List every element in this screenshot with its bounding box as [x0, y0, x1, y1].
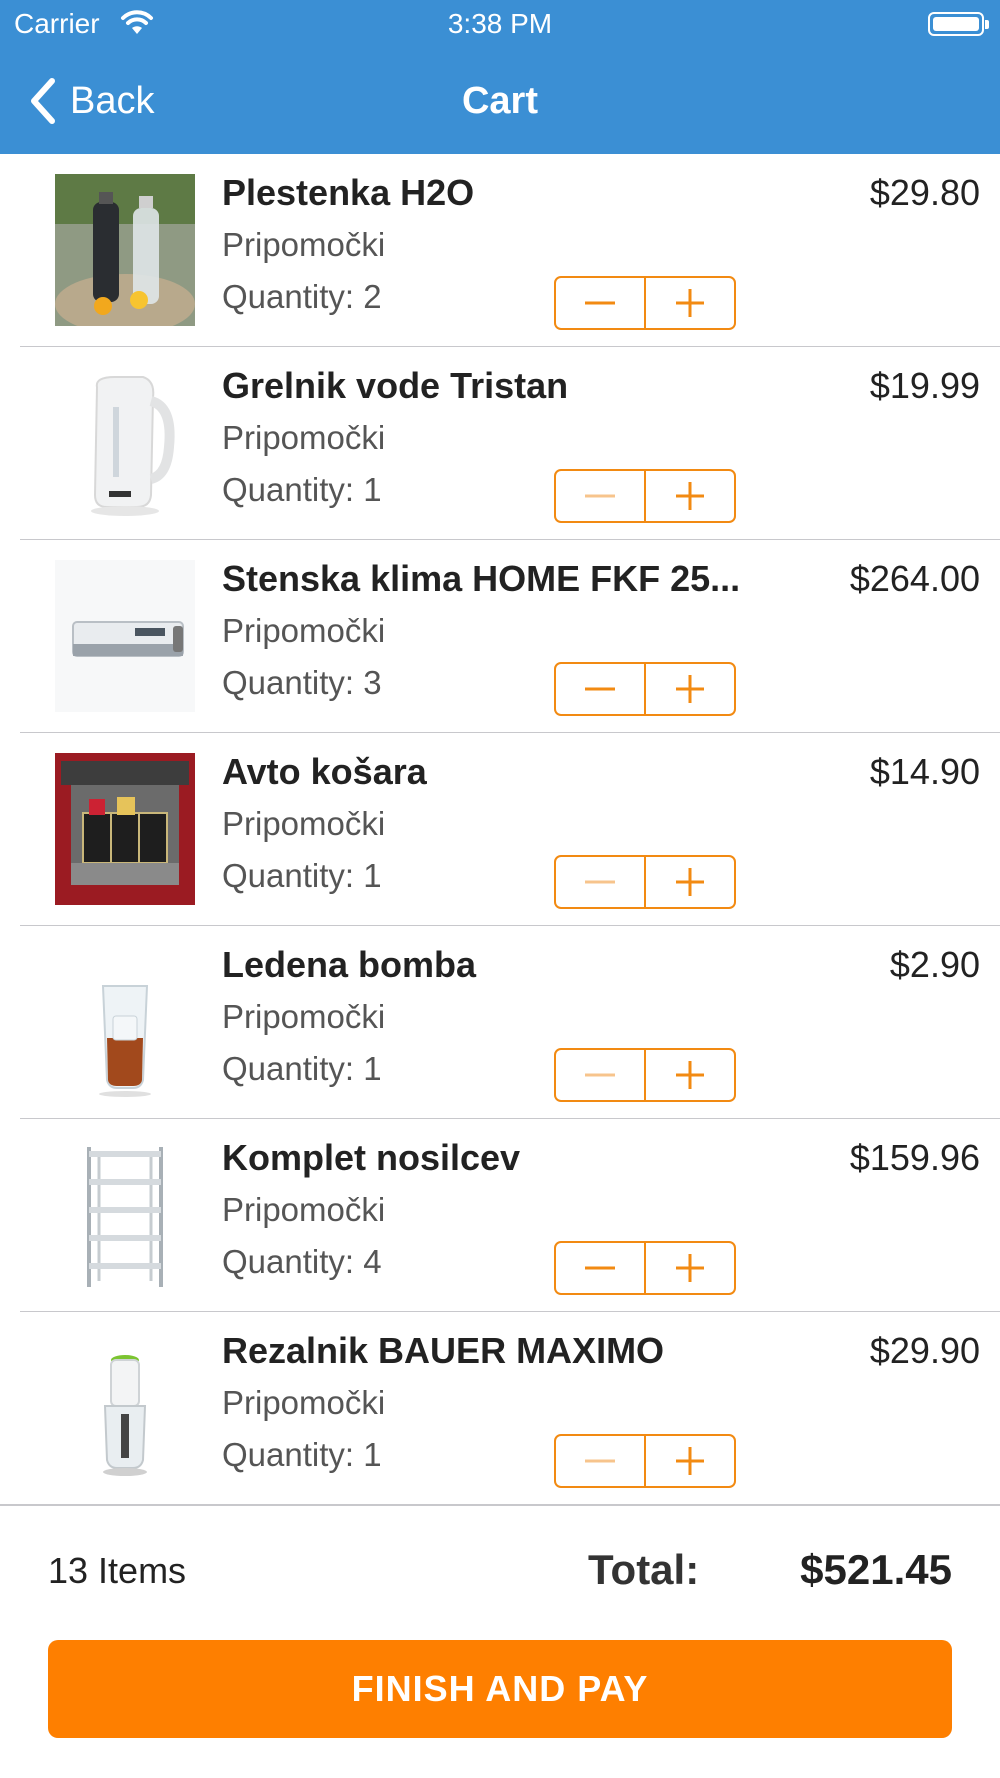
item-name: Plestenka H2O: [222, 172, 475, 213]
increment-button[interactable]: [646, 664, 734, 714]
page-title: Cart: [461, 80, 539, 122]
decrement-button[interactable]: [556, 1050, 644, 1100]
minus-icon: [585, 301, 615, 305]
cart-item[interactable]: Komplet nosilcev $159.96 Pripomočki Quan…: [0, 1119, 1000, 1312]
item-name: Komplet nosilcev: [222, 1137, 521, 1178]
item-price: $19.99: [869, 365, 980, 406]
minus-icon: [585, 880, 615, 884]
item-name: Ledena bomba: [222, 944, 477, 985]
item-category: Pripomočki: [222, 1191, 386, 1228]
ice-glass-image: [99, 985, 151, 1097]
increment-button[interactable]: [646, 1436, 734, 1486]
status-time: 3:38 PM: [447, 8, 553, 39]
items-count: 13 Items: [48, 1550, 187, 1591]
cart-list[interactable]: Plestenka H2O $29.80 Pripomočki Quantity…: [0, 154, 1000, 1504]
item-price: $29.80: [869, 172, 980, 213]
total-value: $521.45: [800, 1546, 952, 1593]
increment-button[interactable]: [646, 1243, 734, 1293]
item-price: $2.90: [889, 944, 980, 985]
footer-divider: [0, 1504, 1000, 1506]
total-label: Total:: [588, 1546, 700, 1593]
quantity-stepper[interactable]: [554, 276, 736, 330]
plus-icon: [676, 289, 704, 317]
kettle-image: [91, 376, 175, 516]
car-trunk-organizer-image: [55, 753, 195, 905]
minus-icon: [585, 494, 615, 498]
battery-icon: [928, 12, 989, 36]
cart-item[interactable]: Grelnik vode Tristan $19.99 Pripomočki Q…: [0, 347, 1000, 540]
plus-icon: [676, 1254, 704, 1282]
navigation-bar: Carrier 3:38 PM Back Cart: [0, 0, 1000, 154]
item-price: $159.96: [849, 1137, 980, 1178]
item-quantity: Quantity: 1: [222, 857, 382, 894]
air-conditioner-image: [55, 560, 195, 712]
item-quantity: Quantity: 3: [222, 664, 382, 701]
cart-item[interactable]: Stenska klima HOME FKF 25... $264.00 Pri…: [0, 540, 1000, 733]
item-name: Avto košara: [222, 751, 427, 792]
cart-item[interactable]: Ledena bomba $2.90 Pripomočki Quantity: …: [0, 926, 1000, 1119]
decrement-button[interactable]: [556, 278, 644, 328]
item-price: $264.00: [849, 558, 980, 599]
item-quantity: Quantity: 1: [222, 471, 382, 508]
item-name: Stenska klima HOME FKF 25...: [222, 558, 741, 599]
item-quantity: Quantity: 1: [222, 1050, 382, 1087]
decrement-button[interactable]: [556, 1436, 644, 1486]
quantity-stepper[interactable]: [554, 1241, 736, 1295]
plus-icon: [676, 868, 704, 896]
item-name: Grelnik vode Tristan: [222, 365, 569, 406]
quantity-stepper[interactable]: [554, 469, 736, 523]
minus-icon: [585, 1266, 615, 1270]
status-bar: Carrier 3:38 PM: [0, 0, 1000, 50]
quantity-stepper[interactable]: [554, 1048, 736, 1102]
item-name: Rezalnik BAUER MAXIMO: [222, 1330, 665, 1371]
item-category: Pripomočki: [222, 612, 386, 649]
quantity-stepper[interactable]: [554, 662, 736, 716]
item-quantity: Quantity: 2: [222, 278, 382, 315]
increment-button[interactable]: [646, 1050, 734, 1100]
item-category: Pripomočki: [222, 998, 386, 1035]
item-category: Pripomočki: [222, 226, 386, 263]
item-price: $29.90: [869, 1330, 980, 1371]
minus-icon: [585, 1073, 615, 1077]
plus-icon: [676, 1061, 704, 1089]
shelving-rack-image: [87, 1147, 163, 1287]
decrement-button[interactable]: [556, 857, 644, 907]
finish-and-pay-button[interactable]: FINISH AND PAY: [48, 1640, 952, 1738]
item-category: Pripomočki: [222, 805, 386, 842]
decrement-button[interactable]: [556, 1243, 644, 1293]
increment-button[interactable]: [646, 471, 734, 521]
item-quantity: Quantity: 1: [222, 1436, 382, 1473]
increment-button[interactable]: [646, 857, 734, 907]
cart-item[interactable]: Plestenka H2O $29.80 Pripomočki Quantity…: [0, 154, 1000, 347]
plus-icon: [676, 675, 704, 703]
cart-item[interactable]: Rezalnik BAUER MAXIMO $29.90 Pripomočki …: [0, 1312, 1000, 1504]
food-chopper-image: [103, 1355, 147, 1476]
decrement-button[interactable]: [556, 664, 644, 714]
minus-icon: [585, 1459, 615, 1463]
plus-icon: [676, 1447, 704, 1475]
cart-item[interactable]: Avto košara $14.90 Pripomočki Quantity: …: [0, 733, 1000, 926]
item-quantity: Quantity: 4: [222, 1243, 382, 1280]
item-category: Pripomočki: [222, 419, 386, 456]
minus-icon: [585, 687, 615, 691]
item-price: $14.90: [869, 751, 980, 792]
quantity-stepper[interactable]: [554, 1434, 736, 1488]
item-category: Pripomočki: [222, 1384, 386, 1421]
plus-icon: [676, 482, 704, 510]
increment-button[interactable]: [646, 278, 734, 328]
decrement-button[interactable]: [556, 471, 644, 521]
water-bottle-image: [55, 174, 195, 326]
quantity-stepper[interactable]: [554, 855, 736, 909]
